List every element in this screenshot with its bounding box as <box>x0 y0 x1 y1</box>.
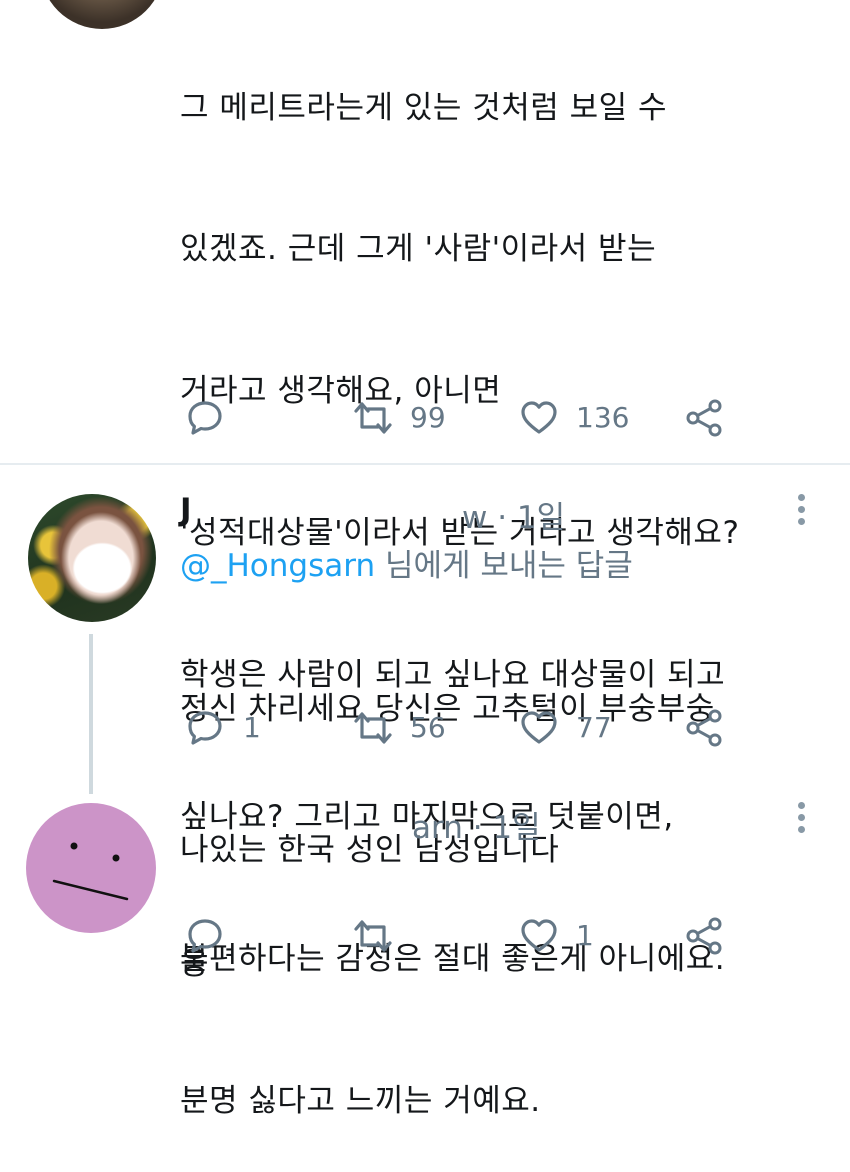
tweet-line: 분명 싫다고 느끼는 거예요. <box>180 1082 541 1119</box>
user-name[interactable]: J <box>180 492 192 528</box>
face-icon <box>52 842 129 901</box>
thread-connector <box>89 634 93 794</box>
like-button[interactable] <box>518 397 560 439</box>
reply-icon <box>188 401 222 435</box>
avatar[interactable] <box>26 803 156 933</box>
tweet-line: 불편하다는 감정은 절대 좋은게 아니에요. <box>180 940 726 977</box>
reply-button[interactable] <box>184 397 226 439</box>
reply-icon <box>188 919 222 953</box>
retweet-icon <box>354 402 392 434</box>
retweet-button[interactable] <box>352 397 394 439</box>
handle[interactable]: w <box>462 500 487 536</box>
reply-button[interactable] <box>184 915 226 957</box>
share-icon <box>686 917 722 955</box>
reply-context: @_Hongsarn 님에게 보내는 답글 <box>180 548 633 584</box>
retweet-count: 99 <box>410 401 446 434</box>
heart-icon <box>521 711 557 744</box>
heart-icon <box>521 401 557 434</box>
divider <box>0 463 850 465</box>
share-button[interactable] <box>684 397 726 439</box>
tweet-line: 그 메리트라는게 있는 것처럼 보일 수 <box>180 89 668 126</box>
reply-button[interactable] <box>184 707 226 749</box>
share-icon <box>686 709 722 747</box>
share-button[interactable] <box>684 915 726 957</box>
tweet-text: 정신 차리세요 당신은 고추털이 부숭부숭 나있는 한국 성인 남성입니다 <box>180 591 715 922</box>
retweet-count: 56 <box>410 711 446 744</box>
handle[interactable]: arn <box>412 810 463 846</box>
reply-icon <box>188 711 222 745</box>
retweet-icon <box>354 712 392 744</box>
avatar[interactable] <box>40 0 164 29</box>
like-button[interactable] <box>518 915 560 957</box>
avatar[interactable] <box>28 494 156 622</box>
tweet-text: 그 메리트라는게 있는 것처럼 보일 수 있겠죠. 근데 그게 '사람'이라서 … <box>180 0 739 1172</box>
heart-icon <box>521 919 557 952</box>
like-count: 77 <box>576 711 612 744</box>
like-button[interactable] <box>518 707 560 749</box>
tweet-meta: arn · 1일 <box>412 802 541 847</box>
like-count: 1 <box>576 919 594 952</box>
retweet-button[interactable] <box>352 915 394 957</box>
more-options-icon[interactable] <box>798 802 806 838</box>
mention-link[interactable]: @_Hongsarn <box>180 548 375 584</box>
timestamp[interactable]: · 1일 <box>497 500 565 536</box>
tweet-line: 있겠죠. 근데 그게 '사람'이라서 받는 <box>180 231 657 268</box>
reply-count: 1 <box>243 711 261 744</box>
share-button[interactable] <box>684 707 726 749</box>
more-options-icon[interactable] <box>798 494 806 530</box>
retweet-button[interactable] <box>352 707 394 749</box>
tweet-line: 거라고 생각해요, 아니면 <box>180 373 502 410</box>
share-icon <box>686 399 722 437</box>
tweet-meta: w · 1일 <box>462 492 565 537</box>
like-count: 136 <box>576 401 630 434</box>
timestamp[interactable]: · 1일 <box>473 810 541 846</box>
retweet-icon <box>354 920 392 952</box>
